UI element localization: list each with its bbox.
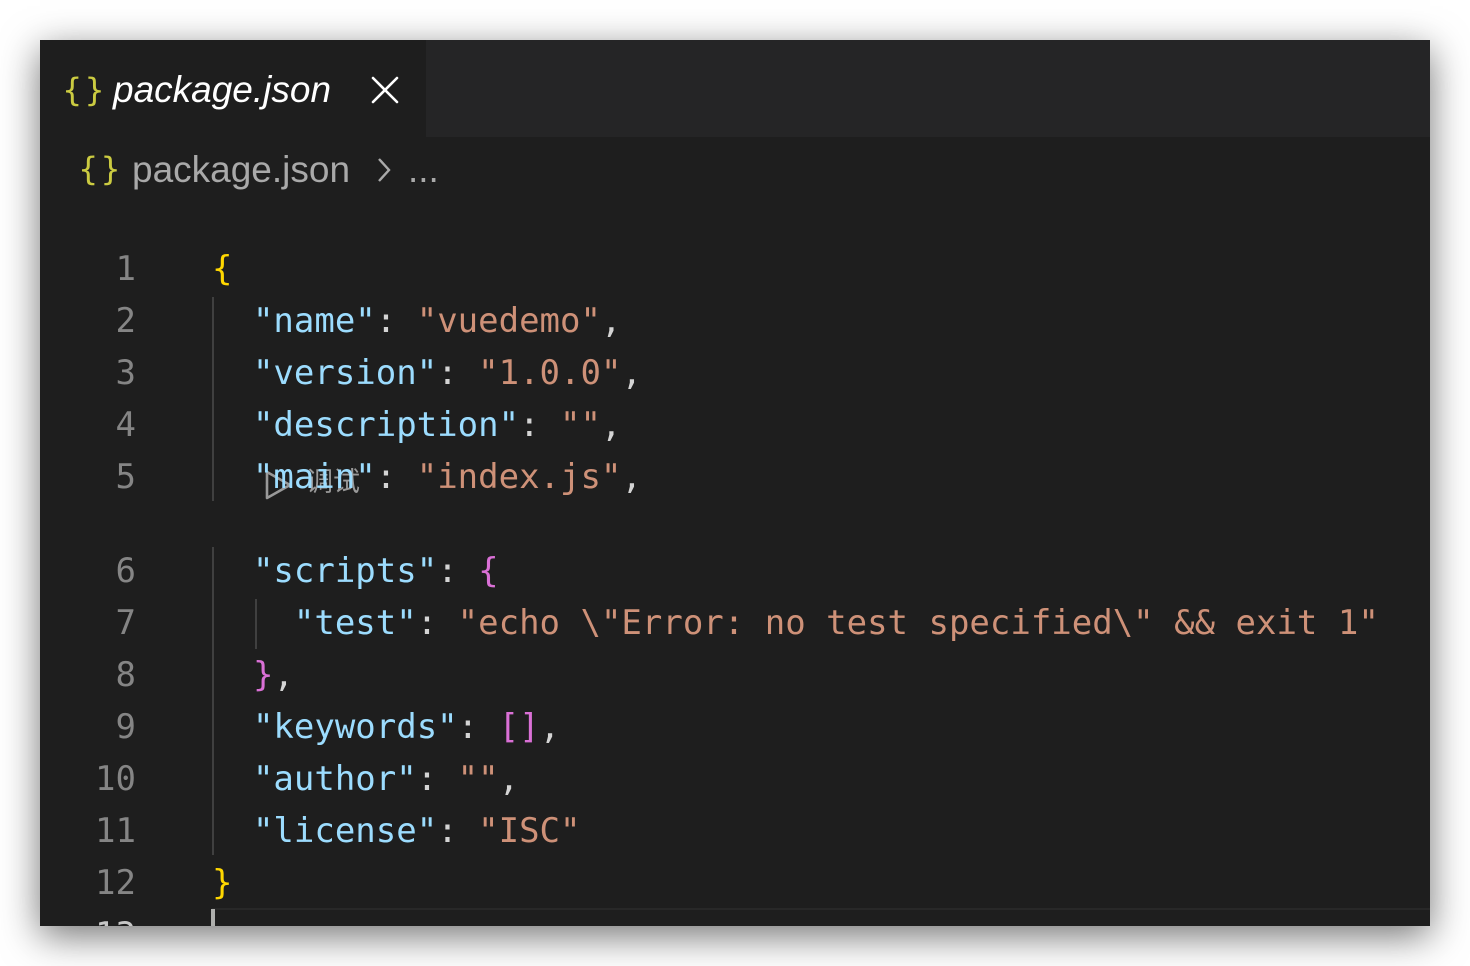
code-line[interactable]: "test": "echo \"Error: no test specified… bbox=[212, 599, 1379, 647]
code-token: } bbox=[252, 655, 274, 695]
code-token: "scripts" bbox=[252, 551, 438, 591]
code-token: "author" bbox=[252, 759, 417, 799]
line-number: 7 bbox=[115, 603, 136, 643]
code-token: } bbox=[212, 863, 233, 903]
tab-bar: {} package.json bbox=[40, 40, 1430, 137]
code-token: : bbox=[437, 551, 479, 591]
line-number: 1 bbox=[115, 249, 136, 289]
code-line[interactable]: "version": "1.0.0", bbox=[212, 349, 642, 397]
code-token: "name" bbox=[252, 301, 376, 341]
text-cursor bbox=[211, 909, 215, 926]
code-token: "" bbox=[560, 405, 601, 445]
close-icon[interactable] bbox=[366, 71, 404, 109]
code-token: "keywords" bbox=[252, 707, 458, 747]
line-number: 4 bbox=[115, 405, 136, 445]
editor-window: {} package.json {} package.json ... 调试 1… bbox=[40, 40, 1430, 926]
code-line[interactable]: } bbox=[212, 859, 232, 907]
line-number: 2 bbox=[115, 301, 136, 341]
code-token: : bbox=[416, 603, 458, 643]
code-token: "main" bbox=[252, 457, 376, 497]
code-token: : bbox=[375, 457, 417, 497]
code-token: "" bbox=[457, 759, 499, 799]
code-token: { bbox=[478, 551, 499, 591]
code-editor[interactable]: 调试 1{2 "name": "vuedemo", 3 "version": "1… bbox=[40, 205, 1430, 926]
code-token: , bbox=[621, 353, 642, 393]
code-line[interactable]: }, bbox=[212, 651, 294, 699]
line-number: 11 bbox=[95, 811, 136, 851]
code-line[interactable]: "scripts": { bbox=[212, 547, 499, 595]
line-number: 5 bbox=[115, 457, 136, 497]
line-number: 6 bbox=[115, 551, 136, 591]
line-number: 13 bbox=[60, 911, 136, 926]
line-number: 8 bbox=[115, 655, 136, 695]
code-token: , bbox=[539, 707, 561, 747]
code-line[interactable]: { bbox=[212, 245, 232, 293]
code-line[interactable]: "name": "vuedemo", bbox=[212, 297, 622, 345]
code-token: , bbox=[498, 759, 520, 799]
code-line[interactable]: "author": "", bbox=[212, 755, 519, 803]
code-token: "index.js" bbox=[416, 457, 622, 497]
breadcrumb-file[interactable]: package.json bbox=[132, 148, 350, 192]
current-line-highlight bbox=[212, 908, 1430, 926]
code-token: "version" bbox=[252, 353, 438, 393]
json-braces-icon: {} bbox=[62, 71, 107, 109]
code-line[interactable]: "description": "", bbox=[212, 401, 622, 449]
code-line[interactable]: "keywords": [], bbox=[212, 703, 560, 751]
tab-package-json[interactable]: {} package.json bbox=[40, 40, 426, 137]
code-token: , bbox=[600, 405, 622, 445]
code-token: "license" bbox=[252, 811, 438, 851]
code-token: : bbox=[416, 759, 458, 799]
tab-title: package.json bbox=[113, 69, 332, 110]
code-token: "vuedemo" bbox=[416, 301, 601, 341]
code-token: "test" bbox=[293, 603, 417, 643]
code-token: [] bbox=[498, 707, 540, 747]
code-line[interactable]: "license": "ISC" bbox=[212, 807, 581, 855]
line-number: 12 bbox=[95, 863, 136, 903]
line-number: 3 bbox=[115, 353, 136, 393]
code-token: : bbox=[437, 811, 479, 851]
chevron-right-icon bbox=[378, 158, 391, 182]
code-line[interactable]: "main": "index.js", bbox=[212, 453, 642, 501]
code-token: : bbox=[457, 707, 499, 747]
code-token: : bbox=[437, 353, 479, 393]
code-token: : bbox=[519, 405, 561, 445]
json-braces-icon: {} bbox=[78, 150, 123, 188]
code-token: "description" bbox=[252, 405, 520, 445]
code-token: { bbox=[212, 249, 233, 289]
code-token: : bbox=[375, 301, 417, 341]
breadcrumb-more[interactable]: ... bbox=[408, 148, 439, 192]
line-number: 9 bbox=[115, 707, 136, 747]
code-token: "1.0.0" bbox=[478, 353, 622, 393]
code-token: , bbox=[600, 301, 622, 341]
code-token: , bbox=[273, 655, 294, 695]
line-number: 10 bbox=[95, 759, 136, 799]
breadcrumb: {} package.json ... bbox=[40, 137, 1430, 205]
code-token: "ISC" bbox=[478, 811, 581, 851]
code-token: "echo \"Error: no test specified\" && ex… bbox=[457, 603, 1379, 643]
code-token: , bbox=[621, 457, 642, 497]
